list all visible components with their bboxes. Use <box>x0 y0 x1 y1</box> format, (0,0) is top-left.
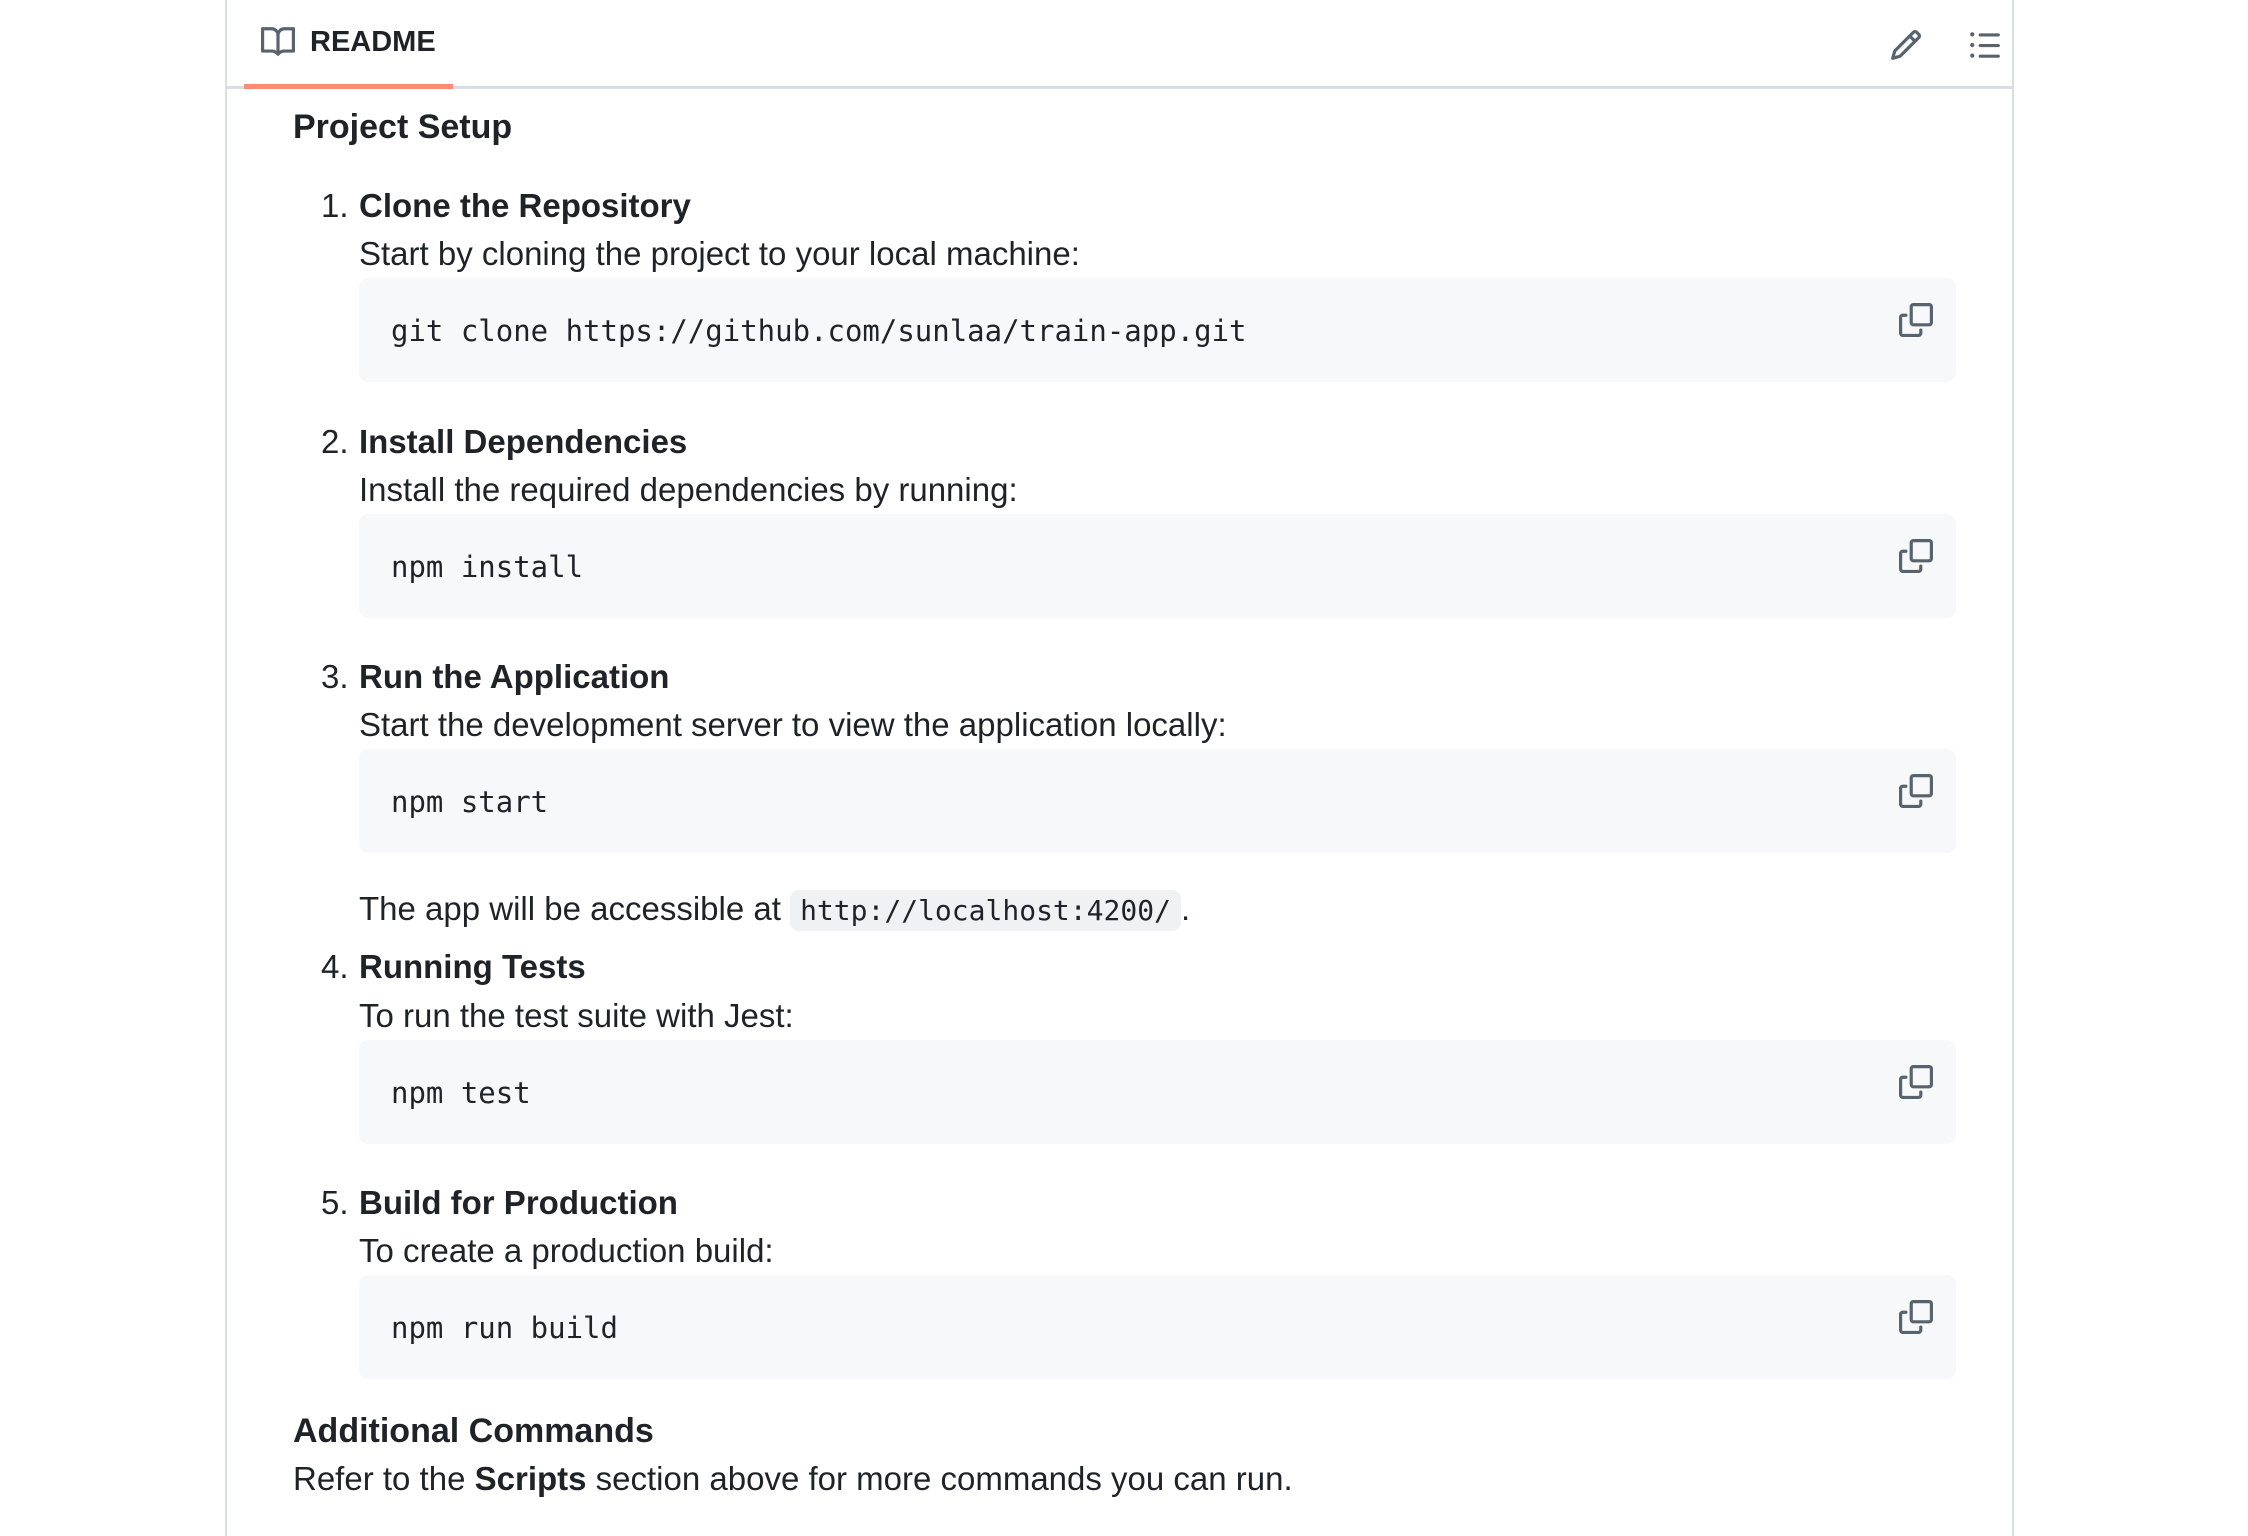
book-icon <box>261 27 295 56</box>
section-heading-additional-commands: Additional Commands <box>293 1412 654 1450</box>
copy-icon <box>1899 303 1933 337</box>
step-number: 2. <box>321 423 349 460</box>
code-text: npm install <box>391 550 584 584</box>
step-title: Install Dependencies <box>359 423 688 460</box>
step-title: Build for Production <box>359 1184 678 1221</box>
code-text: npm run build <box>391 1311 618 1345</box>
copy-button[interactable] <box>1892 767 1940 815</box>
step-description: Install the required dependencies by run… <box>359 471 1018 508</box>
code-text: git clone https://github.com/sunlaa/trai… <box>391 314 1247 348</box>
step-number: 3. <box>321 658 349 695</box>
list-unordered-icon <box>1970 32 2000 58</box>
step-title: Running Tests <box>359 948 586 985</box>
readme-header: README <box>227 0 2012 89</box>
section-heading-project-setup: Project Setup <box>293 108 513 146</box>
code-text: npm test <box>391 1076 531 1110</box>
code-block: npm install <box>359 514 1956 618</box>
step-note: The app will be accessible at http://loc… <box>359 890 1191 931</box>
step-number: 4. <box>321 948 349 985</box>
additional-text: Refer to the Scripts section above for m… <box>293 1460 1293 1498</box>
readme-tab-label: README <box>310 25 436 58</box>
code-block: npm start <box>359 749 1956 853</box>
step-number: 5. <box>321 1184 349 1221</box>
step-title: Clone the Repository <box>359 187 691 224</box>
inline-code-url: http://localhost:4200/ <box>790 890 1181 931</box>
copy-icon <box>1899 1065 1933 1099</box>
step-note-prefix: The app will be accessible at <box>359 890 791 927</box>
copy-button[interactable] <box>1892 532 1940 580</box>
code-block: git clone https://github.com/sunlaa/trai… <box>359 278 1956 382</box>
scripts-emphasis: Scripts <box>474 1460 587 1497</box>
readme-panel: README Project Setup 1. Clone the Reposi… <box>225 0 2014 1536</box>
additional-text-suffix: section above for more commands you can … <box>586 1460 1293 1497</box>
code-text: npm start <box>391 785 549 819</box>
copy-button[interactable] <box>1892 296 1940 344</box>
step-description: To create a production build: <box>359 1232 774 1269</box>
step-description: To run the test suite with Jest: <box>359 997 794 1034</box>
step-title: Run the Application <box>359 658 670 695</box>
code-block: npm test <box>359 1040 1956 1144</box>
outline-button[interactable] <box>1960 20 2010 70</box>
copy-icon <box>1899 774 1933 808</box>
copy-button[interactable] <box>1892 1058 1940 1106</box>
step-number: 1. <box>321 187 349 224</box>
step-description: Start by cloning the project to your loc… <box>359 235 1080 272</box>
copy-icon <box>1899 539 1933 573</box>
pencil-icon <box>1891 29 1922 60</box>
edit-file-button[interactable] <box>1881 20 1931 70</box>
readme-tab[interactable]: README <box>244 0 453 89</box>
copy-button[interactable] <box>1892 1293 1940 1341</box>
copy-icon <box>1899 1300 1933 1334</box>
code-block: npm run build <box>359 1275 1956 1379</box>
step-description: Start the development server to view the… <box>359 706 1227 743</box>
additional-text-prefix: Refer to the <box>293 1460 475 1497</box>
step-note-suffix: . <box>1180 890 1191 927</box>
